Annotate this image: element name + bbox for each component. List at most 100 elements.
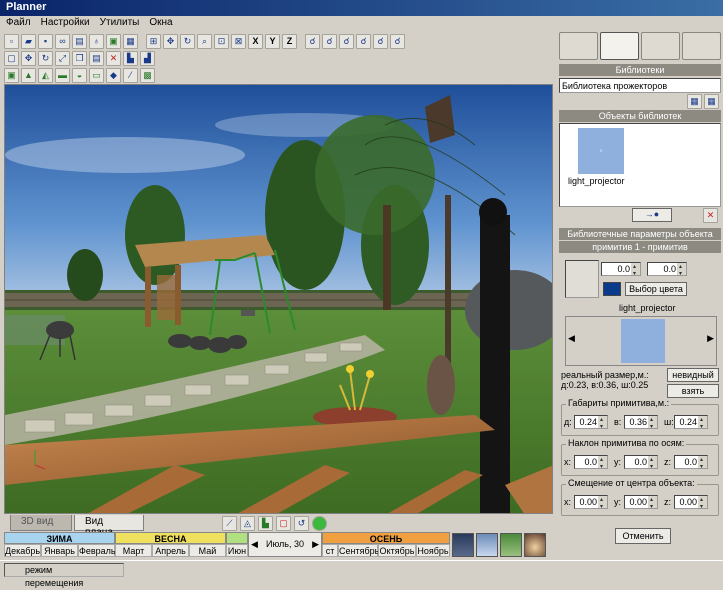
- dims-v-input[interactable]: 0.36: [624, 415, 658, 429]
- dims-sh-input[interactable]: 0.24: [674, 415, 708, 429]
- open-folder-icon[interactable]: ▰: [21, 34, 36, 49]
- camera-view-3-icon[interactable]: ☌: [339, 34, 354, 49]
- axis-x-button[interactable]: X: [248, 34, 263, 49]
- delete-icon[interactable]: ✕: [106, 51, 121, 66]
- next-day-button[interactable]: ▶: [312, 533, 319, 556]
- time-night-icon[interactable]: [452, 533, 474, 557]
- lasso-icon[interactable]: ↺: [294, 516, 309, 531]
- tab-3d-view[interactable]: 3D вид: [10, 515, 72, 531]
- camera-view-1-icon[interactable]: ☌: [305, 34, 320, 49]
- tab-objects-icon[interactable]: [559, 32, 598, 60]
- month-mar[interactable]: Март: [115, 544, 152, 557]
- preview-next-arrow[interactable]: ▶: [707, 333, 714, 344]
- move-icon[interactable]: ✥: [163, 34, 178, 49]
- prev-day-button[interactable]: ◀: [251, 533, 258, 556]
- preview-prev-arrow[interactable]: ◀: [568, 333, 575, 344]
- month-aug[interactable]: ст: [322, 544, 338, 557]
- terrain-hill-icon[interactable]: ◭: [38, 68, 53, 83]
- tab-primitives-icon[interactable]: [641, 32, 680, 60]
- month-jun[interactable]: Июн: [226, 544, 248, 557]
- zoom-extents-icon[interactable]: ⊠: [231, 34, 246, 49]
- frame-select-icon[interactable]: ▢: [276, 516, 291, 531]
- menu-utilities[interactable]: Утилиты: [100, 17, 140, 31]
- offset-z-input[interactable]: 0.00: [674, 495, 708, 509]
- cancel-button[interactable]: Отменить: [615, 528, 671, 544]
- month-sep[interactable]: Сентябрь: [338, 544, 379, 557]
- save-icon[interactable]: ▪: [38, 34, 53, 49]
- rotate-icon[interactable]: ↻: [180, 34, 195, 49]
- layer-up-icon[interactable]: ▙: [123, 51, 138, 66]
- choose-color-button[interactable]: Выбор цвета: [625, 282, 687, 296]
- move-tool-icon[interactable]: ✥: [21, 51, 36, 66]
- camera-view-2-icon[interactable]: ☌: [322, 34, 337, 49]
- axes-icon[interactable]: ⟋: [222, 516, 237, 531]
- axis-y-button[interactable]: Y: [265, 34, 280, 49]
- copy-icon[interactable]: ❐: [72, 51, 87, 66]
- month-dec[interactable]: Декабрь: [4, 544, 41, 557]
- camera-view-5-icon[interactable]: ☌: [373, 34, 388, 49]
- library-edit-icon[interactable]: ▦: [704, 94, 719, 109]
- primitive-spin-2[interactable]: 0.0: [647, 262, 687, 276]
- dims-d-input[interactable]: 0.24: [574, 415, 608, 429]
- lightbulb-icon[interactable]: ♁: [89, 34, 104, 49]
- library-select[interactable]: Библиотека прожекторов: [559, 78, 721, 93]
- binoculars-icon[interactable]: ∞: [55, 34, 70, 49]
- month-oct[interactable]: Октябрь: [378, 544, 416, 557]
- tilt-x-input[interactable]: 0.0: [574, 455, 608, 469]
- primitive-spin-1[interactable]: 0.0: [601, 262, 641, 276]
- texture-icon[interactable]: ▩: [140, 68, 155, 83]
- month-nov[interactable]: Ноябрь: [416, 544, 450, 557]
- month-jan[interactable]: Январь: [41, 544, 78, 557]
- menu-windows[interactable]: Окна: [149, 17, 172, 31]
- tab-library-icon[interactable]: [600, 32, 639, 60]
- eyedropper-icon[interactable]: ⁄: [123, 68, 138, 83]
- month-feb[interactable]: Февраль: [78, 544, 116, 557]
- image-icon[interactable]: ▣: [106, 34, 121, 49]
- terrain-smooth-icon[interactable]: ◒: [72, 68, 87, 83]
- zoom-icon[interactable]: ⌕: [197, 34, 212, 49]
- insert-object-button[interactable]: →●: [632, 208, 672, 222]
- rotate-tool-icon[interactable]: ↻: [38, 51, 53, 66]
- zoom-window-icon[interactable]: ⊡: [214, 34, 229, 49]
- menu-settings[interactable]: Настройки: [41, 17, 90, 31]
- layer-down-icon[interactable]: ▟: [140, 51, 155, 66]
- camera-view-6-icon[interactable]: ☌: [390, 34, 405, 49]
- tilt-y-input[interactable]: 0.0: [624, 455, 658, 469]
- invisible-button[interactable]: невидный: [667, 368, 719, 382]
- month-apr[interactable]: Апрель: [152, 544, 189, 557]
- terrain-level-icon[interactable]: ▭: [89, 68, 104, 83]
- paste-icon[interactable]: ▤: [89, 51, 104, 66]
- green-dot-icon[interactable]: ●: [312, 516, 327, 531]
- tilt-z-input[interactable]: 0.0: [674, 455, 708, 469]
- remove-object-icon[interactable]: ✕: [703, 208, 718, 223]
- terrain-view-icon[interactable]: ◬: [240, 516, 255, 531]
- chart-view-icon[interactable]: ▙: [258, 516, 273, 531]
- library-add-icon[interactable]: ▦: [687, 94, 702, 109]
- tab-box-icon[interactable]: [682, 32, 721, 60]
- offset-x-input[interactable]: 0.00: [574, 495, 608, 509]
- terrain-raise-icon[interactable]: ▲: [21, 68, 36, 83]
- new-file-icon[interactable]: ▫: [4, 34, 19, 49]
- menu-file[interactable]: Файл: [6, 17, 31, 31]
- color-swatch-large[interactable]: [565, 260, 599, 298]
- object-thumbnail[interactable]: ◦: [578, 128, 624, 174]
- time-morning-icon[interactable]: [476, 533, 498, 557]
- terrain-flatten-icon[interactable]: ▬: [55, 68, 70, 83]
- time-day-icon[interactable]: [500, 533, 522, 557]
- water-drop-icon[interactable]: ◆: [106, 68, 121, 83]
- scale-icon[interactable]: ⤢: [55, 51, 70, 66]
- print-icon[interactable]: ▤: [72, 34, 87, 49]
- frame-icon[interactable]: ▢: [4, 51, 19, 66]
- time-evening-icon[interactable]: [524, 533, 546, 557]
- month-may[interactable]: Май: [189, 544, 226, 557]
- select-icon[interactable]: ⊞: [146, 34, 161, 49]
- terrain-image-icon[interactable]: ▣: [4, 68, 19, 83]
- offset-y-input[interactable]: 0.00: [624, 495, 658, 509]
- axis-z-button[interactable]: Z: [282, 34, 297, 49]
- date-selector[interactable]: ◀ Июль, 30 ▶: [248, 532, 322, 557]
- color-swatch[interactable]: [603, 282, 621, 296]
- take-button[interactable]: взять: [667, 384, 719, 398]
- library-object-list[interactable]: ◦ light_projector: [559, 123, 721, 207]
- grid-icon[interactable]: ▦: [123, 34, 138, 49]
- tab-plan-view[interactable]: Вид плана: [74, 515, 144, 538]
